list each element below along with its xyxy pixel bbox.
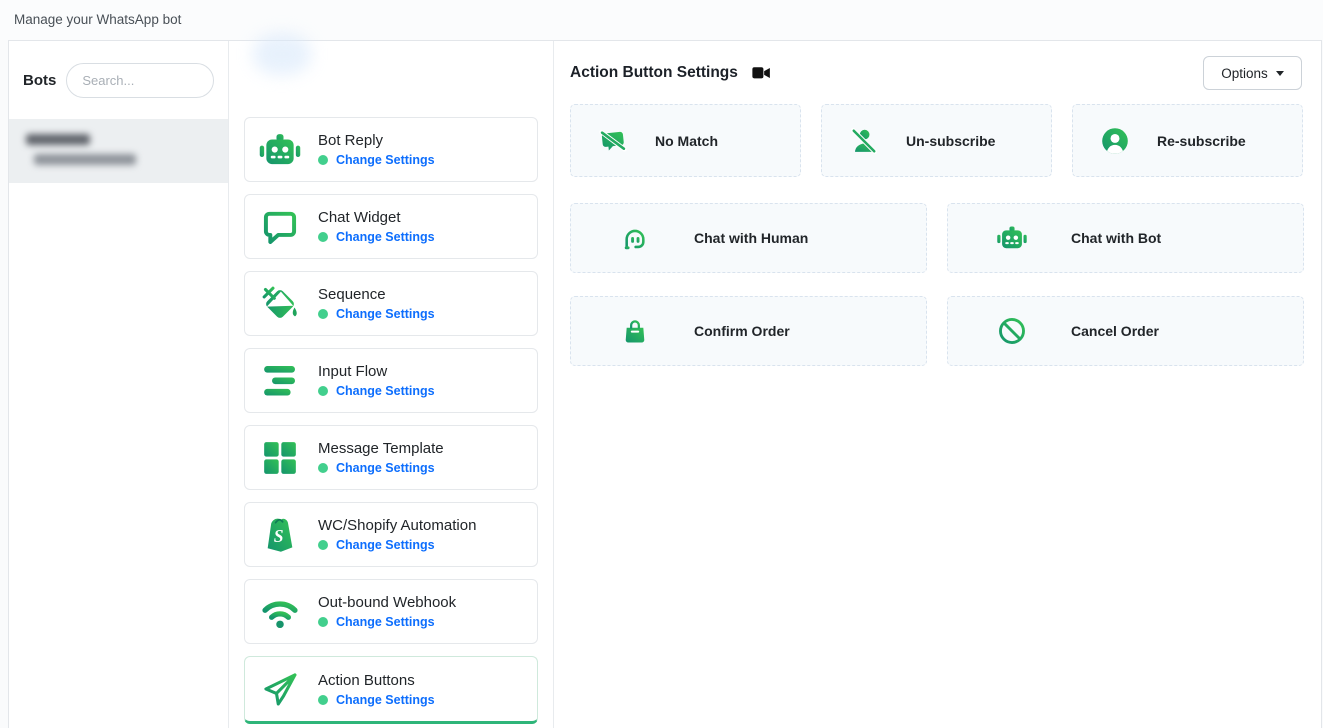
action-tile-label: No Match: [655, 133, 718, 149]
module-card-body: Sequence Change Settings: [318, 286, 435, 321]
chevron-down-icon: [1276, 71, 1284, 76]
module-card-body: Out-bound Webhook Change Settings: [318, 594, 456, 629]
change-settings-link[interactable]: Change Settings: [336, 615, 435, 629]
user-circle-icon: [1099, 125, 1131, 157]
change-settings-link[interactable]: Change Settings: [336, 230, 435, 244]
module-title: Input Flow: [318, 363, 435, 380]
module-action-row: Change Settings: [318, 693, 435, 707]
robot-icon: [996, 222, 1028, 254]
status-dot: [318, 617, 328, 627]
status-dot: [318, 463, 328, 473]
robot-icon: [258, 128, 302, 172]
module-card-sequence[interactable]: Sequence Change Settings: [244, 271, 538, 336]
modules-column: Bot Reply Change Settings Chat Widget Ch…: [229, 41, 554, 728]
module-card-input-flow[interactable]: Input Flow Change Settings: [244, 348, 538, 413]
comment-slash-icon: [597, 125, 629, 157]
action-tile-label: Confirm Order: [694, 323, 790, 339]
shopping-bag-icon: [619, 315, 651, 347]
redacted-bot-phone: [34, 154, 136, 165]
action-tile-no-match[interactable]: No Match: [570, 104, 801, 177]
module-title: Action Buttons: [318, 672, 435, 689]
chat-bubble-icon: [258, 205, 302, 249]
redacted-bot-name: [26, 134, 90, 145]
paper-plane-icon: [258, 667, 302, 711]
user-slash-icon: [848, 125, 880, 157]
module-card-body: WC/Shopify Automation Change Settings: [318, 517, 476, 552]
options-button[interactable]: Options: [1203, 56, 1302, 90]
change-settings-link[interactable]: Change Settings: [336, 307, 435, 321]
blur-artifact: [253, 33, 311, 75]
action-tile-chat-with-bot[interactable]: Chat with Bot: [947, 203, 1304, 273]
video-camera-icon[interactable]: [752, 66, 771, 80]
change-settings-link[interactable]: Change Settings: [336, 693, 435, 707]
module-card-chat-widget[interactable]: Chat Widget Change Settings: [244, 194, 538, 259]
module-title: Sequence: [318, 286, 435, 303]
top-bar: Manage your WhatsApp bot: [0, 0, 1323, 40]
module-card-action-buttons[interactable]: Action Buttons Change Settings: [244, 656, 538, 724]
module-action-row: Change Settings: [318, 153, 435, 167]
options-button-label: Options: [1221, 66, 1268, 81]
module-action-row: Change Settings: [318, 538, 476, 552]
module-title: Out-bound Webhook: [318, 594, 456, 611]
bars-icon: [258, 359, 302, 403]
action-tile-unsubscribe[interactable]: Un-subscribe: [821, 104, 1052, 177]
wifi-icon: [258, 590, 302, 634]
module-card-body: Input Flow Change Settings: [318, 363, 435, 398]
module-action-row: Change Settings: [318, 384, 435, 398]
change-settings-link[interactable]: Change Settings: [336, 461, 435, 475]
module-card-body: Bot Reply Change Settings: [318, 132, 435, 167]
module-title: Message Template: [318, 440, 444, 457]
change-settings-link[interactable]: Change Settings: [336, 538, 435, 552]
status-dot: [318, 309, 328, 319]
module-title: Bot Reply: [318, 132, 435, 149]
module-action-row: Change Settings: [318, 461, 444, 475]
status-dot: [318, 540, 328, 550]
module-card-body: Action Buttons Change Settings: [318, 672, 435, 707]
paint-fill-icon: [258, 282, 302, 326]
status-dot: [318, 695, 328, 705]
status-dot: [318, 386, 328, 396]
action-tile-resubscribe[interactable]: Re-subscribe: [1072, 104, 1303, 177]
change-settings-link[interactable]: Change Settings: [336, 153, 435, 167]
grid-icon: [258, 436, 302, 480]
status-dot: [318, 232, 328, 242]
module-card-shopify-automation[interactable]: S WC/Shopify Automation Change Settings: [244, 502, 538, 567]
action-tile-confirm-order[interactable]: Confirm Order: [570, 296, 927, 366]
module-title: Chat Widget: [318, 209, 435, 226]
bots-heading: Bots: [23, 72, 56, 89]
change-settings-link[interactable]: Change Settings: [336, 384, 435, 398]
module-action-row: Change Settings: [318, 615, 456, 629]
status-dot: [318, 155, 328, 165]
search-input[interactable]: [66, 63, 214, 98]
page-title: Manage your WhatsApp bot: [14, 0, 181, 40]
module-action-row: Change Settings: [318, 307, 435, 321]
module-card-bot-reply[interactable]: Bot Reply Change Settings: [244, 117, 538, 182]
action-button-settings-panel: Action Button Settings Options No Match …: [554, 41, 1321, 728]
module-card-body: Message Template Change Settings: [318, 440, 444, 475]
module-card-message-template[interactable]: Message Template Change Settings: [244, 425, 538, 490]
bots-sidebar: Bots: [9, 41, 229, 728]
module-action-row: Change Settings: [318, 230, 435, 244]
app-shell: Bots Bot Reply Change Settings: [8, 40, 1322, 728]
module-card-body: Chat Widget Change Settings: [318, 209, 435, 244]
panel-title: Action Button Settings: [570, 64, 738, 82]
module-title: WC/Shopify Automation: [318, 517, 476, 534]
action-tile-label: Chat with Human: [694, 230, 808, 246]
action-tile-cancel-order[interactable]: Cancel Order: [947, 296, 1304, 366]
action-tile-label: Re-subscribe: [1157, 133, 1246, 149]
sidebar-header: Bots: [9, 41, 228, 119]
headset-icon: [619, 222, 651, 254]
svg-text:S: S: [274, 526, 284, 546]
action-tile-label: Cancel Order: [1071, 323, 1159, 339]
action-tile-label: Un-subscribe: [906, 133, 995, 149]
module-card-outbound-webhook[interactable]: Out-bound Webhook Change Settings: [244, 579, 538, 644]
panel-header: Action Button Settings: [570, 64, 771, 82]
shopify-icon: S: [258, 513, 302, 557]
action-tile-label: Chat with Bot: [1071, 230, 1161, 246]
bot-list-item-selected[interactable]: [9, 119, 228, 183]
action-tile-chat-with-human[interactable]: Chat with Human: [570, 203, 927, 273]
ban-icon: [996, 315, 1028, 347]
